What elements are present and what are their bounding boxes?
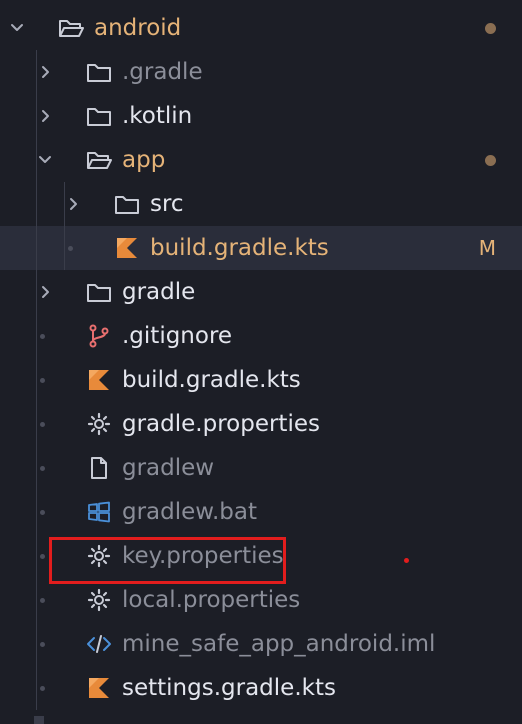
bottom-edge-fragment — [34, 716, 44, 724]
folder-open-icon — [58, 16, 84, 40]
tree-item-label: build.gradle.kts — [122, 367, 301, 393]
tree-item-gradlew[interactable]: gradlew — [0, 446, 522, 490]
tree-item-mine-safe-app-android-iml[interactable]: mine_safe_app_android.iml — [0, 622, 522, 666]
tree-item-src[interactable]: src — [0, 182, 522, 226]
folder-icon — [86, 280, 112, 304]
tree-leaf-dot — [40, 686, 45, 691]
indent-guide — [36, 490, 37, 534]
file-icon — [86, 456, 112, 480]
gear-icon — [86, 588, 112, 612]
tree-item-android[interactable]: android — [0, 6, 522, 50]
chevron-right-icon[interactable] — [64, 194, 82, 214]
tree-item-label: src — [150, 191, 184, 217]
indent-guide — [36, 534, 37, 578]
gear-icon — [86, 544, 112, 568]
tree-item-build-gradle-kts[interactable]: build.gradle.kts — [0, 358, 522, 402]
tree-item-label: settings.gradle.kts — [122, 675, 336, 701]
tree-leaf-dot — [40, 554, 45, 559]
tree-item-label: app — [122, 147, 166, 173]
tree-leaf-dot — [40, 466, 45, 471]
folder-icon — [86, 104, 112, 128]
folder-open-icon — [86, 148, 112, 172]
tree-item-label: .gitignore — [122, 323, 233, 349]
tree-item-build-gradle-kts-app[interactable]: build.gradle.kts M — [0, 226, 522, 270]
indent-guide — [36, 622, 37, 666]
indent-guide — [36, 402, 37, 446]
indent-guide — [36, 666, 37, 710]
indent-guide — [64, 226, 65, 270]
chevron-right-icon[interactable] — [36, 106, 54, 126]
kotlin-icon — [114, 236, 140, 260]
tree-item-gradle[interactable]: .gradle — [0, 50, 522, 94]
tree-item-gradlew-bat[interactable]: gradlew.bat — [0, 490, 522, 534]
folder-icon — [86, 60, 112, 84]
windows-icon — [86, 500, 112, 524]
indent-guide — [36, 226, 37, 270]
file-explorer-tree: android .gradle .kotlin app src build.gradle.… — [0, 6, 522, 710]
tree-item-label: android — [94, 15, 182, 41]
tree-leaf-dot — [40, 642, 45, 647]
tree-item-app[interactable]: app — [0, 138, 522, 182]
tree-leaf-dot — [40, 422, 45, 427]
tree-leaf-dot — [40, 378, 45, 383]
folder-icon — [114, 192, 140, 216]
tree-item-key-properties[interactable]: key.properties — [0, 534, 522, 578]
annotation-marker — [404, 558, 409, 563]
chevron-down-icon[interactable] — [8, 18, 26, 38]
chevron-right-icon[interactable] — [36, 62, 54, 82]
tree-item-label: gradle.properties — [122, 411, 320, 437]
tree-item-label: mine_safe_app_android.iml — [122, 631, 436, 657]
kotlin-icon — [86, 368, 112, 392]
kotlin-icon — [86, 676, 112, 700]
git-status-badge: M — [478, 236, 496, 260]
chevron-down-icon[interactable] — [36, 150, 54, 170]
git-branch-icon — [86, 324, 112, 348]
tree-item-local-properties[interactable]: local.properties — [0, 578, 522, 622]
tree-item-gradle[interactable]: gradle — [0, 270, 522, 314]
indent-guide — [36, 182, 37, 226]
gear-icon — [86, 412, 112, 436]
tree-item-label: gradlew.bat — [122, 499, 258, 525]
tree-item-label: build.gradle.kts — [150, 235, 329, 261]
tree-leaf-dot — [40, 334, 45, 339]
indent-guide — [36, 578, 37, 622]
chevron-right-icon[interactable] — [36, 282, 54, 302]
modified-status-dot — [485, 23, 496, 34]
indent-guide — [36, 446, 37, 490]
tree-item-label: gradle — [122, 279, 196, 305]
code-icon — [86, 632, 112, 656]
modified-status-dot — [485, 155, 496, 166]
tree-item-label: gradlew — [122, 455, 215, 481]
tree-item-kotlin[interactable]: .kotlin — [0, 94, 522, 138]
tree-item-settings-gradle-kts[interactable]: settings.gradle.kts — [0, 666, 522, 710]
tree-leaf-dot — [68, 246, 73, 251]
tree-item-label: local.properties — [122, 587, 301, 613]
tree-leaf-dot — [40, 510, 45, 515]
tree-item-label: .gradle — [122, 59, 203, 85]
tree-leaf-dot — [40, 598, 45, 603]
tree-item-label: .kotlin — [122, 103, 193, 129]
tree-item-gradle-properties[interactable]: gradle.properties — [0, 402, 522, 446]
indent-guide — [36, 314, 37, 358]
indent-guide — [36, 358, 37, 402]
tree-item-label: key.properties — [122, 543, 284, 569]
tree-item-gitignore[interactable]: .gitignore — [0, 314, 522, 358]
